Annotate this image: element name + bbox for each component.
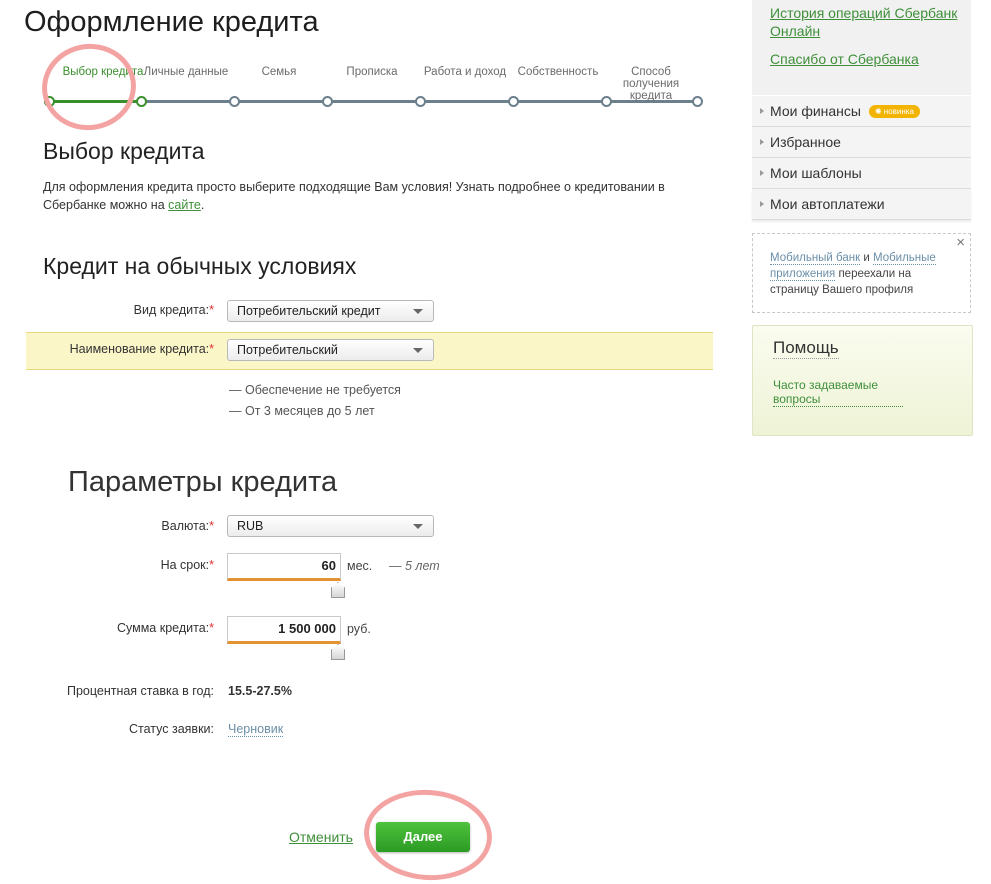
mobile-bank-link[interactable]: Мобильный банк	[770, 252, 861, 265]
credit-name-value: Потребительский	[237, 343, 338, 357]
rate-value: 15.5-27.5%	[228, 684, 292, 698]
step-dot	[229, 96, 240, 107]
term-unit: мес.	[347, 559, 373, 573]
step-label-delivery: Способ получения кредита	[622, 66, 680, 102]
credit-name-label: Наименование кредита:*	[44, 342, 214, 356]
step-dot	[508, 96, 519, 107]
step-label-work: Работа и доход	[423, 66, 507, 78]
section-heading-choice: Выбор кредита	[43, 138, 205, 164]
term-hint: — 5 лет	[389, 559, 440, 573]
annotation-circle-step	[36, 37, 142, 137]
credit-type-value: Потребительский кредит	[237, 304, 381, 318]
currency-value: RUB	[237, 519, 264, 533]
currency-select[interactable]: RUB	[227, 515, 434, 537]
amount-label-text: Сумма кредита:	[116, 621, 210, 635]
mobile-bank-notice: Мобильный банк и Мобильные приложения пе…	[752, 233, 971, 313]
help-panel: Помощь Часто задаваемые вопросы	[752, 325, 973, 436]
step-dot	[692, 96, 703, 107]
chevron-down-icon	[413, 348, 423, 353]
sidebar-item-favorites[interactable]: Избранное	[752, 127, 971, 158]
credit-name-select[interactable]: Потребительский	[227, 339, 434, 361]
step-dot	[415, 96, 426, 107]
site-link[interactable]: сайте	[168, 198, 201, 212]
rate-label: Процентная ставка в год:	[66, 684, 214, 698]
credit-type-label: Вид кредита:*	[44, 303, 214, 317]
sidebar-item-label: Мои автоплатежи	[770, 196, 885, 212]
description-period: .	[200, 198, 205, 212]
choice-description: Для оформления кредита просто выберите п…	[43, 178, 713, 214]
sidebar-quick-links: История операций Сбербанк Онлайн Спасибо…	[752, 0, 971, 95]
required-mark: *	[209, 621, 214, 635]
currency-label-text: Валюта:	[161, 519, 210, 533]
sidebar-item-label: Избранное	[770, 134, 841, 150]
arrow-right-icon	[760, 139, 764, 145]
choice-description-text: Для оформления кредита просто выберите п…	[43, 180, 665, 212]
sidebar-menu: Мои финансы ✺ новинка Избранное Мои шабл…	[752, 96, 971, 220]
term-slider-handle[interactable]	[331, 582, 345, 598]
term-label: На срок:*	[44, 558, 214, 572]
faq-link[interactable]: Часто задаваемые вопросы	[773, 378, 903, 407]
sidebar-item-label: Мои финансы	[770, 103, 861, 119]
section-heading-params: Параметры кредита	[68, 466, 338, 498]
credit-note-collateral: — Обеспечение не требуется	[229, 383, 401, 397]
sidebar-item-finances[interactable]: Мои финансы ✺ новинка	[752, 96, 971, 127]
chevron-down-icon	[413, 524, 423, 529]
arrow-right-icon	[760, 170, 764, 176]
thanks-link[interactable]: Спасибо от Сбербанка	[770, 50, 960, 68]
arrow-right-icon	[760, 201, 764, 207]
next-button[interactable]: Далее	[376, 822, 470, 852]
term-input[interactable]: 60	[227, 553, 341, 581]
sidebar-item-autopayments[interactable]: Мои автоплатежи	[752, 189, 971, 220]
step-label-property: Собственность	[517, 66, 599, 78]
status-label: Статус заявки:	[128, 722, 214, 736]
page-title: Оформление кредита	[24, 6, 319, 38]
new-badge: ✺ новинка	[868, 105, 920, 118]
required-mark: *	[209, 303, 214, 317]
history-link[interactable]: История операций Сбербанк Онлайн	[770, 4, 960, 40]
term-label-text: На срок:	[160, 558, 210, 572]
notice-text: Мобильный банк и Мобильные приложения пе…	[770, 250, 955, 298]
step-dot	[601, 96, 612, 107]
credit-type-select[interactable]: Потребительский кредит	[227, 300, 434, 322]
status-value-link[interactable]: Черновик	[228, 722, 284, 737]
cancel-link[interactable]: Отменить	[289, 829, 353, 845]
required-mark: *	[209, 519, 214, 533]
step-dot	[136, 96, 147, 107]
required-mark: *	[209, 558, 214, 572]
step-label-registration: Прописка	[346, 66, 398, 78]
section-heading-ordinary: Кредит на обычных условиях	[43, 253, 357, 279]
required-mark: *	[209, 342, 214, 356]
step-dot	[322, 96, 333, 107]
step-label-personal: Личные данные	[143, 66, 229, 78]
new-badge-text: новинка	[883, 107, 914, 116]
currency-label: Валюта:*	[44, 519, 214, 533]
amount-input[interactable]: 1 500 000	[227, 616, 341, 644]
credit-type-label-text: Вид кредита:	[133, 303, 210, 317]
sidebar-item-templates[interactable]: Мои шаблоны	[752, 158, 971, 189]
credit-note-term: — От 3 месяцев до 5 лет	[229, 404, 375, 418]
sidebar-item-label: Мои шаблоны	[770, 165, 862, 181]
amount-slider-handle[interactable]	[331, 644, 345, 660]
step-label-family: Семья	[261, 66, 297, 78]
amount-label: Сумма кредита:*	[44, 621, 214, 635]
notice-and: и	[860, 252, 873, 264]
close-icon[interactable]: ×	[956, 235, 965, 251]
credit-name-label-text: Наименование кредита:	[69, 342, 210, 356]
arrow-right-icon	[760, 108, 764, 114]
chevron-down-icon	[413, 309, 423, 314]
progress-stepper: Выбор кредита Личные данные Семья Пропис…	[44, 62, 704, 112]
amount-unit: руб.	[347, 622, 371, 636]
help-title: Помощь	[773, 338, 839, 359]
